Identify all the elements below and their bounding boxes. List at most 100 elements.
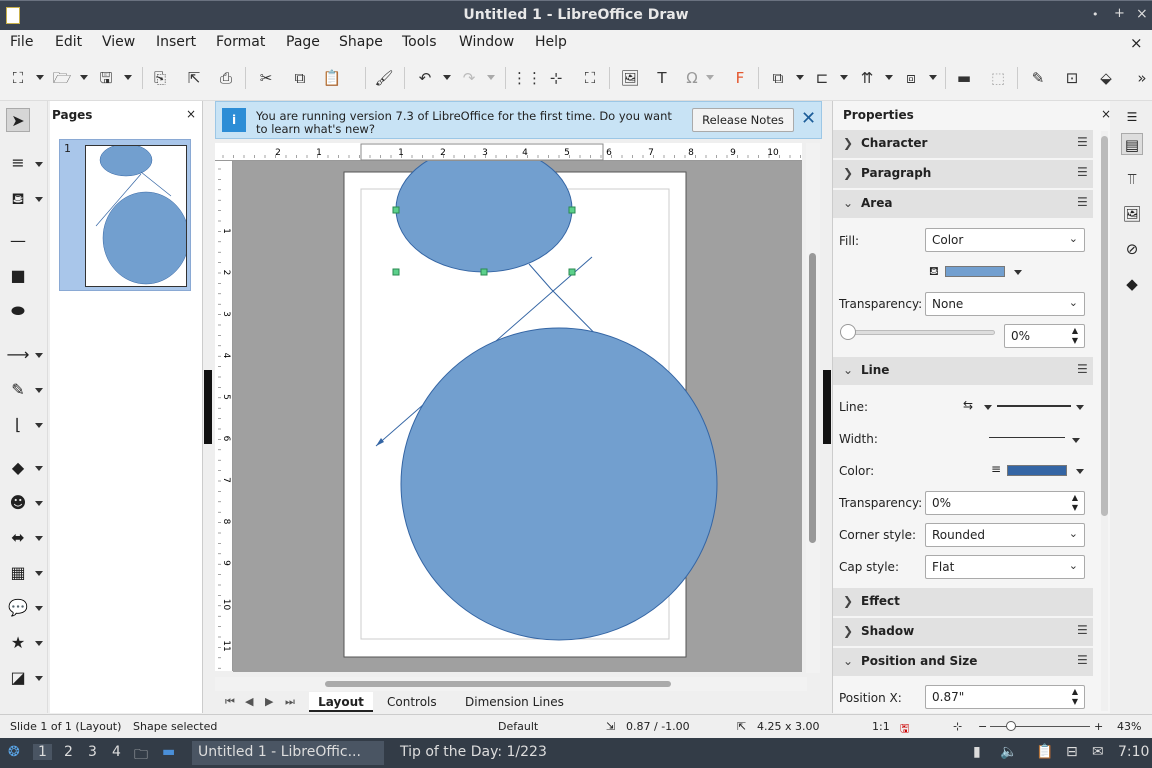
tab-dimension-lines[interactable]: Dimension Lines xyxy=(465,695,564,709)
spin-up-icon[interactable]: ▲ xyxy=(1072,326,1078,335)
drawing-canvas[interactable] xyxy=(233,161,802,672)
drawing-area[interactable] xyxy=(233,161,802,672)
chevron-down-icon[interactable] xyxy=(443,75,451,80)
network-icon[interactable]: ⊟ xyxy=(1066,744,1078,760)
close-window-button[interactable]: × xyxy=(1136,6,1148,22)
horizontal-ruler[interactable]: 2 1 1 2 3 4 5 6 7 8 9 10 xyxy=(215,143,802,161)
clone-formatting-icon[interactable]: 🖌 xyxy=(374,68,394,88)
chevron-down-icon[interactable] xyxy=(35,501,43,506)
connectors-icon[interactable]: ⌊ xyxy=(6,413,30,437)
slider-handle[interactable] xyxy=(840,324,856,340)
chevron-down-icon[interactable] xyxy=(1076,405,1084,410)
chevron-down-icon[interactable] xyxy=(706,75,714,80)
gallery-deck-icon[interactable]: 🖼 xyxy=(1121,203,1143,225)
save-icon[interactable]: 🖫 xyxy=(96,68,116,88)
distribute-icon[interactable]: ⧈ xyxy=(901,68,921,88)
spin-down-icon[interactable]: ▼ xyxy=(1072,503,1078,512)
crop-icon[interactable]: ⬚ xyxy=(988,68,1008,88)
export-pdf-icon[interactable]: ⇱ xyxy=(184,68,204,88)
chevron-down-icon[interactable] xyxy=(1076,469,1084,474)
select-tool-icon[interactable]: ➤ xyxy=(6,108,30,132)
cut-icon[interactable]: ✂ xyxy=(256,68,276,88)
fill-type-select[interactable]: Color ⌄ xyxy=(925,228,1085,252)
chevron-down-icon[interactable] xyxy=(35,162,43,167)
navigator-deck-icon[interactable]: ⊘ xyxy=(1121,238,1143,260)
chevron-down-icon[interactable] xyxy=(80,75,88,80)
selection-handle[interactable] xyxy=(568,268,576,276)
tab-layout[interactable]: Layout xyxy=(309,692,373,712)
shadow-icon[interactable]: ▬ xyxy=(954,68,974,88)
chevron-down-icon[interactable] xyxy=(35,676,43,681)
fill-color-icon[interactable]: ⛾ xyxy=(6,187,30,211)
line-transparency-spinbox[interactable]: 0% ▲ ▼ xyxy=(925,491,1085,515)
section-shadow[interactable]: ❯ Shadow ☰ xyxy=(833,618,1093,646)
chevron-down-icon[interactable] xyxy=(840,75,848,80)
line-tool-icon[interactable]: — xyxy=(6,229,30,253)
chevron-down-icon[interactable] xyxy=(929,75,937,80)
points-icon[interactable]: ✎ xyxy=(1028,68,1048,88)
page-thumbnail[interactable]: 1 xyxy=(59,139,191,291)
more-options-icon[interactable]: ☰ xyxy=(1077,623,1088,637)
properties-scrollbar[interactable] xyxy=(1101,131,1108,711)
release-notes-button[interactable]: Release Notes xyxy=(692,108,794,132)
section-character[interactable]: ❯ Character ☰ xyxy=(833,130,1093,158)
zoom-in-icon[interactable]: + xyxy=(1094,720,1103,733)
scroll-thumb[interactable] xyxy=(1101,136,1108,516)
menu-view[interactable]: View xyxy=(102,34,135,50)
zoom-out-icon[interactable]: − xyxy=(978,720,987,733)
vertical-scrollbar[interactable] xyxy=(806,143,820,673)
callouts-icon[interactable]: 💬 xyxy=(6,596,30,620)
styles-deck-icon[interactable]: ⫪ xyxy=(1121,168,1143,190)
notification-icon[interactable]: ✉ xyxy=(1092,744,1104,760)
spin-down-icon[interactable]: ▼ xyxy=(1072,697,1078,706)
close-icon[interactable]: × xyxy=(186,107,196,121)
horizontal-scrollbar[interactable] xyxy=(215,677,807,691)
redo-icon[interactable]: ↷ xyxy=(459,68,479,88)
more-options-icon[interactable]: ☰ xyxy=(1077,135,1088,149)
zoom-slider[interactable] xyxy=(990,726,1090,727)
print-icon[interactable]: ⎙ xyxy=(216,68,236,88)
selection-handle[interactable] xyxy=(392,268,400,276)
chevron-down-icon[interactable] xyxy=(35,571,43,576)
chevron-down-icon[interactable] xyxy=(487,75,495,80)
selection-handle[interactable] xyxy=(568,206,576,214)
document-modified-icon[interactable]: 🖫 xyxy=(900,720,909,739)
chevron-down-icon[interactable] xyxy=(35,388,43,393)
desktop-icon[interactable]: ▬ xyxy=(162,744,175,760)
workspace-1[interactable]: 1 xyxy=(33,744,52,760)
scroll-thumb[interactable] xyxy=(325,681,671,687)
more-options-icon[interactable]: ☰ xyxy=(1077,653,1088,667)
arrow-lines-icon[interactable]: ⟶ xyxy=(6,343,30,367)
chevron-down-icon[interactable] xyxy=(35,466,43,471)
glue-points-icon[interactable]: ⊡ xyxy=(1062,68,1082,88)
workspace-4[interactable]: 4 xyxy=(112,744,121,760)
prev-tab-icon[interactable]: ◀ xyxy=(245,695,253,708)
flowchart-icon[interactable]: ▦ xyxy=(6,561,30,585)
chevron-down-icon[interactable] xyxy=(35,536,43,541)
grid-icon[interactable]: ⋮⋮ xyxy=(512,68,542,88)
task-libreoffice[interactable]: Untitled 1 - LibreOffic... xyxy=(192,741,384,765)
align-objects-icon[interactable]: ⊏ xyxy=(812,68,832,88)
collapse-left-handle[interactable] xyxy=(204,370,212,444)
minimize-button[interactable]: • xyxy=(1092,8,1099,21)
workspace-2[interactable]: 2 xyxy=(64,744,73,760)
close-infobar-icon[interactable]: ✕ xyxy=(801,108,816,129)
chevron-down-icon[interactable] xyxy=(35,423,43,428)
spin-up-icon[interactable]: ▲ xyxy=(1072,493,1078,502)
section-position-size[interactable]: ⌄ Position and Size ☰ xyxy=(833,648,1093,676)
workspace-3[interactable]: 3 xyxy=(88,744,97,760)
more-options-icon[interactable]: ☰ xyxy=(1077,362,1088,376)
transparency-slider[interactable] xyxy=(841,330,995,335)
section-area[interactable]: ⌄ Area ☰ xyxy=(833,190,1093,218)
fontwork-icon[interactable]: F xyxy=(730,68,750,88)
more-tools-icon[interactable]: » xyxy=(1132,68,1152,88)
start-menu-icon[interactable]: ❂ xyxy=(8,744,20,760)
area-transparency-select[interactable]: None ⌄ xyxy=(925,292,1085,316)
status-zoom[interactable]: 43% xyxy=(1117,720,1141,733)
scroll-thumb[interactable] xyxy=(809,253,816,543)
line-style-preview[interactable] xyxy=(997,405,1071,407)
chevron-down-icon[interactable] xyxy=(1014,270,1022,275)
export-icon[interactable]: ⎘ xyxy=(150,68,170,88)
selection-handle[interactable] xyxy=(392,206,400,214)
volume-icon[interactable]: 🔈 xyxy=(1000,744,1017,760)
